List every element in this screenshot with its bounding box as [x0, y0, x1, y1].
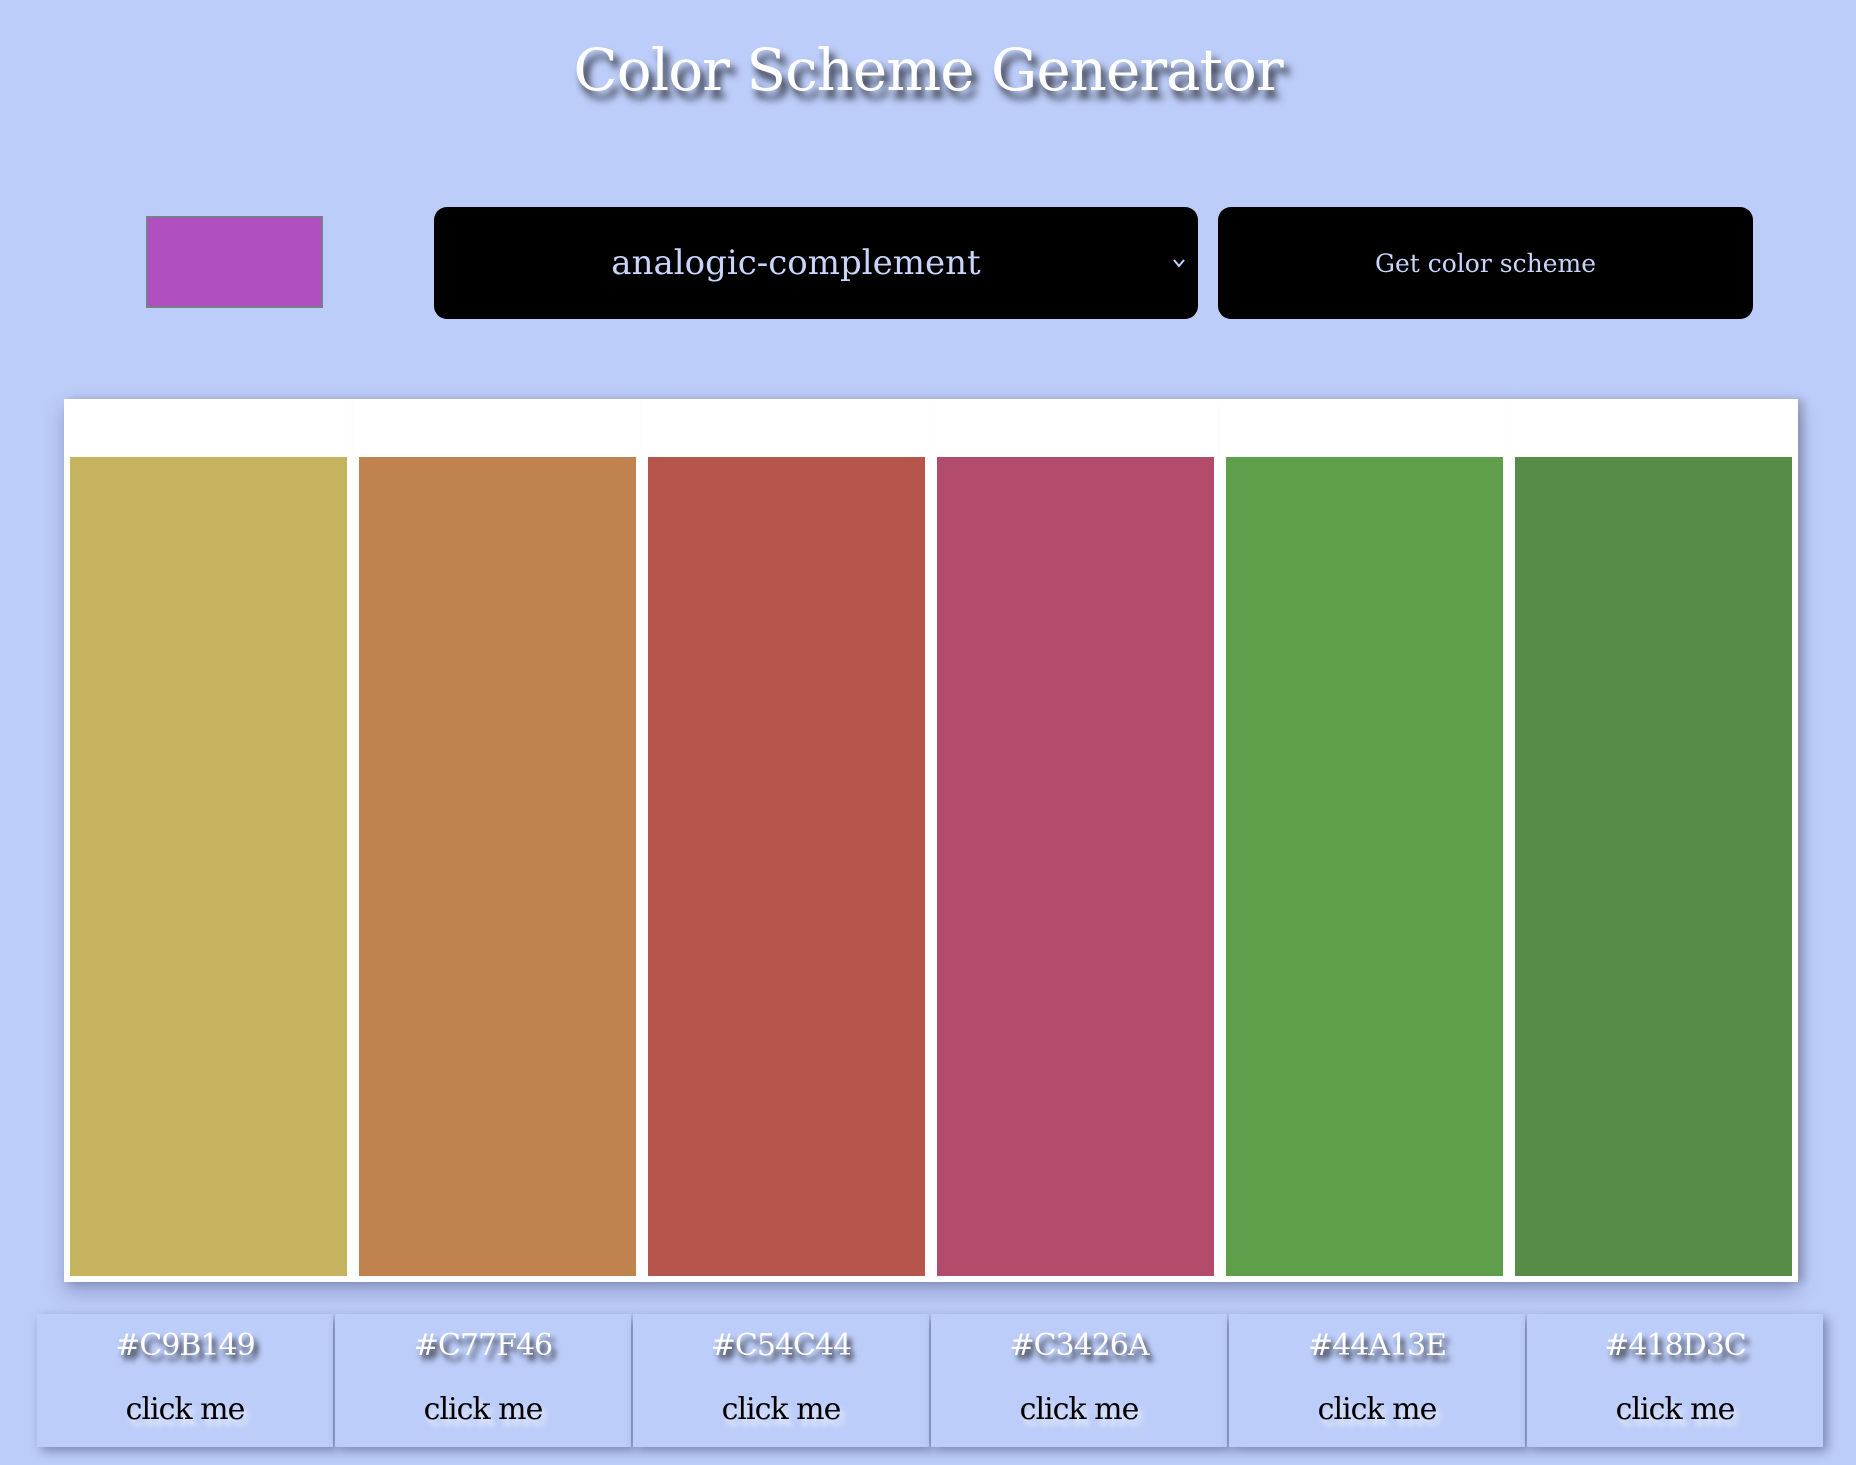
color-palette: [64, 399, 1798, 1282]
palette-column: [642, 399, 931, 1282]
hex-code: #C9B149: [115, 1328, 255, 1363]
palette-column: [353, 399, 642, 1282]
scheme-mode-value: analogic-complement: [611, 243, 981, 283]
get-color-scheme-button[interactable]: Get color scheme: [1218, 207, 1753, 319]
color-labels: #C9B149 click me #C77F46 click me #C54C4…: [37, 1314, 1825, 1447]
hex-code: #418D3C: [1604, 1328, 1747, 1363]
palette-column: [1509, 399, 1798, 1282]
click-me-button[interactable]: click me: [633, 1392, 929, 1427]
color-swatch[interactable]: [70, 457, 347, 1276]
click-me-button[interactable]: click me: [37, 1392, 333, 1427]
hex-code: #C77F46: [413, 1328, 553, 1363]
color-label-card[interactable]: #C9B149 click me: [37, 1314, 333, 1447]
color-label-card[interactable]: #418D3C click me: [1527, 1314, 1823, 1447]
color-label-card[interactable]: #C54C44 click me: [633, 1314, 929, 1447]
color-label-card[interactable]: #44A13E click me: [1229, 1314, 1525, 1447]
hex-code: #C54C44: [710, 1328, 852, 1363]
palette-column: [64, 399, 353, 1282]
palette-column: [931, 399, 1220, 1282]
chevron-down-icon: [1173, 259, 1185, 268]
page-title: Color Scheme Generator: [573, 36, 1283, 104]
hex-code: #44A13E: [1307, 1328, 1447, 1363]
color-label-card[interactable]: #C3426A click me: [931, 1314, 1227, 1447]
color-swatch[interactable]: [1515, 457, 1792, 1276]
click-me-button[interactable]: click me: [1229, 1392, 1525, 1427]
color-swatch[interactable]: [1226, 457, 1503, 1276]
click-me-button[interactable]: click me: [1527, 1392, 1823, 1427]
scheme-mode-select[interactable]: analogic-complement: [434, 207, 1198, 319]
palette-column: [1220, 399, 1509, 1282]
color-swatch[interactable]: [648, 457, 925, 1276]
click-me-button[interactable]: click me: [931, 1392, 1227, 1427]
click-me-button[interactable]: click me: [335, 1392, 631, 1427]
color-swatch[interactable]: [937, 457, 1214, 1276]
color-swatch[interactable]: [359, 457, 636, 1276]
color-label-card[interactable]: #C77F46 click me: [335, 1314, 631, 1447]
seed-color-picker[interactable]: [146, 216, 323, 308]
hex-code: #C3426A: [1009, 1328, 1149, 1363]
